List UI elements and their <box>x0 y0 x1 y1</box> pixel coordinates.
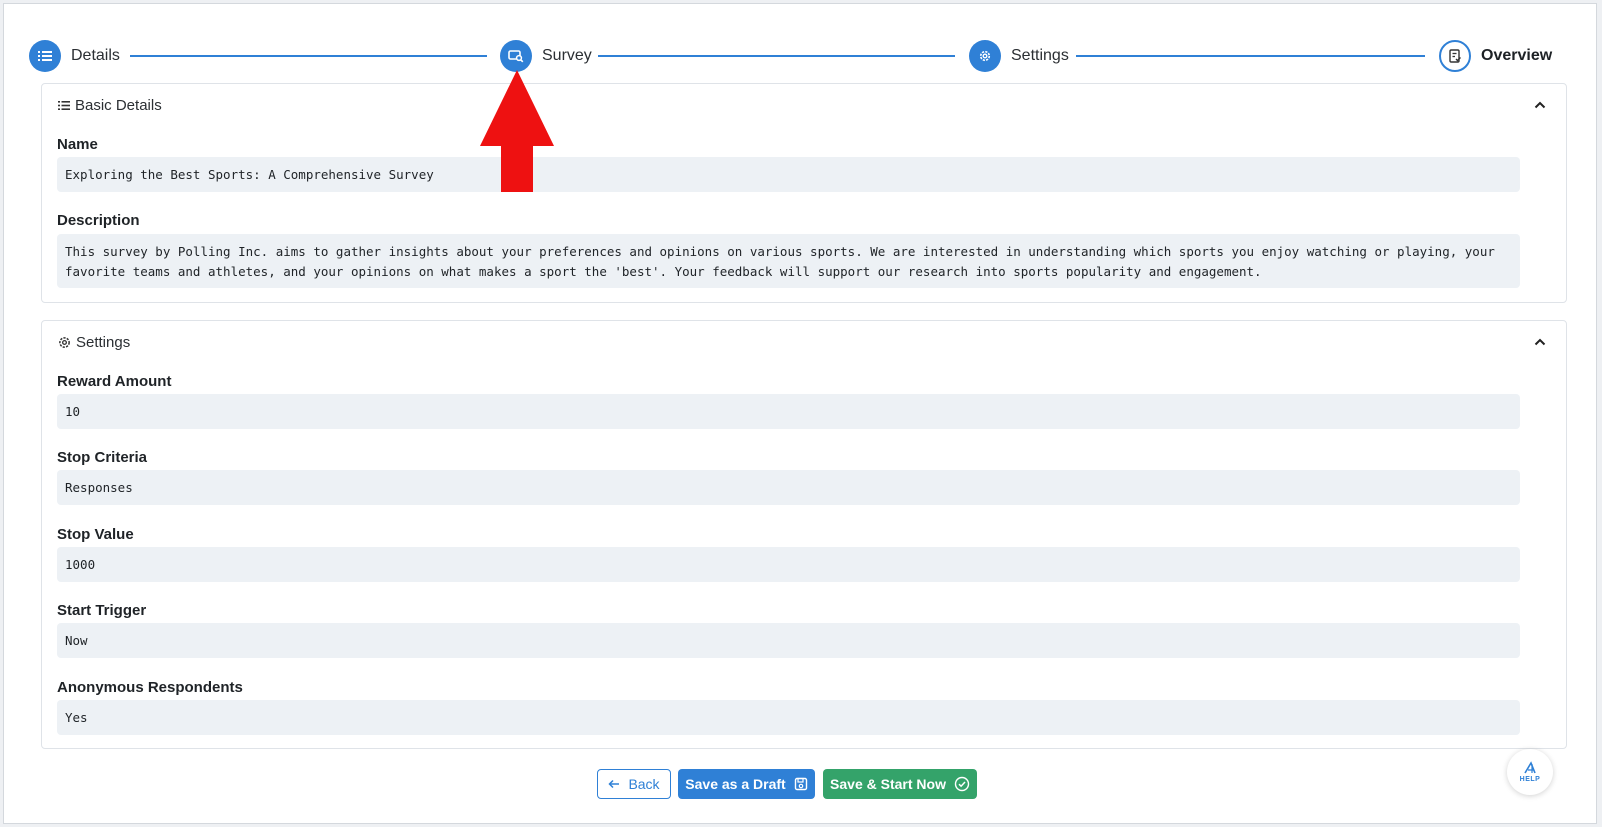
reward-amount-label: Reward Amount <box>57 373 172 390</box>
list-icon <box>58 101 70 110</box>
clipboard-check-icon <box>1439 40 1471 72</box>
settings-header: Settings <box>58 334 130 351</box>
step-overview[interactable]: Overview <box>1439 36 1552 76</box>
progress-stepper: Details Survey Settings Overview <box>29 36 1581 76</box>
stepper-connector <box>1076 55 1425 57</box>
stop-value-value: 1000 <box>57 547 1520 582</box>
save-draft-button[interactable]: Save as a Draft <box>678 769 815 799</box>
description-label: Description <box>57 212 140 229</box>
help-widget[interactable]: HELP <box>1507 749 1553 795</box>
floppy-disk-icon <box>794 777 807 791</box>
name-value: Exploring the Best Sports: A Comprehensi… <box>57 157 1520 192</box>
collapse-toggle[interactable] <box>1532 334 1548 350</box>
save-start-button[interactable]: Save & Start Now <box>823 769 977 799</box>
stop-value-label: Stop Value <box>57 526 134 543</box>
help-logo-icon <box>1524 761 1536 774</box>
app-window: Details Survey Settings Overview Basic D… <box>3 3 1597 824</box>
step-label-survey: Survey <box>542 47 592 64</box>
chevron-up-icon <box>1534 338 1546 346</box>
panel-title: Basic Details <box>75 97 162 114</box>
stop-criteria-label: Stop Criteria <box>57 449 148 466</box>
check-circle-icon <box>954 776 970 792</box>
survey-search-icon <box>500 40 532 72</box>
basic-details-header: Basic Details <box>58 97 162 114</box>
chevron-up-icon <box>1534 101 1546 109</box>
start-trigger-value: Now <box>57 623 1520 658</box>
red-up-arrow-icon <box>480 70 554 192</box>
reward-amount-value: 10 <box>57 394 1520 429</box>
stop-criteria-value: Responses <box>57 470 1520 505</box>
back-button[interactable]: Back <box>597 769 671 799</box>
stepper-connector <box>598 55 955 57</box>
gear-icon <box>59 337 70 348</box>
save-draft-label: Save as a Draft <box>685 776 786 792</box>
step-label-details: Details <box>71 47 120 64</box>
save-start-label: Save & Start Now <box>830 776 946 792</box>
stepper-connector <box>130 55 487 57</box>
help-label: HELP <box>1519 776 1541 783</box>
start-trigger-label: Start Trigger <box>57 602 147 619</box>
step-settings[interactable]: Settings <box>969 36 1069 76</box>
step-details[interactable]: Details <box>29 36 120 76</box>
arrow-left-icon <box>608 779 620 789</box>
step-label-settings: Settings <box>1011 47 1069 64</box>
basic-details-panel: Basic Details Name Exploring the Best Sp… <box>41 83 1567 303</box>
back-button-label: Back <box>628 776 660 792</box>
collapse-toggle[interactable] <box>1532 97 1548 113</box>
panel-title: Settings <box>76 334 131 351</box>
description-value: This survey by Polling Inc. aims to gath… <box>57 234 1520 288</box>
step-label-overview: Overview <box>1481 47 1553 64</box>
name-label: Name <box>57 136 98 153</box>
list-icon <box>29 40 61 72</box>
gear-icon <box>969 40 1001 72</box>
settings-panel: Settings Reward Amount 10 Stop Criteria … <box>41 320 1567 749</box>
anonymous-respondents-value: Yes <box>57 700 1520 735</box>
anonymous-respondents-label: Anonymous Respondents <box>57 679 243 696</box>
